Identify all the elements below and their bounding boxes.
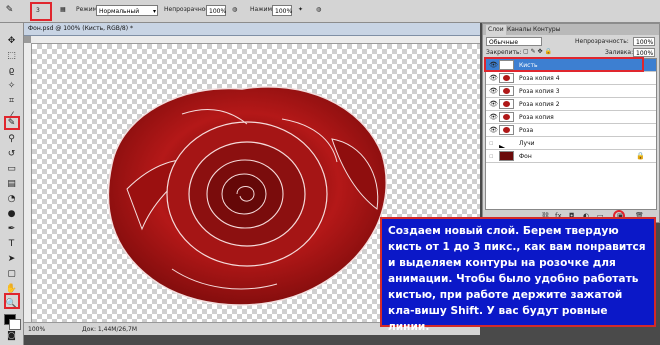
vertical-ruler	[24, 43, 32, 322]
eye-icon[interactable]: 👁	[489, 126, 498, 134]
panel-tabs: Слои Каналы Контуры	[483, 24, 659, 35]
watermark: Posta.ru	[485, 175, 655, 215]
document-tab-title: Фон.psd @ 100% (Кисть, RGB/8) *	[28, 25, 133, 32]
brush-size-highlight	[30, 2, 52, 21]
fill-field[interactable]: 100%	[633, 48, 655, 57]
pressure-field[interactable]: 100%	[272, 5, 292, 16]
quick-mask-icon[interactable]: ◙	[5, 330, 18, 343]
magic-wand-tool-icon[interactable]: ✧	[5, 80, 18, 93]
layer-name: Лучи	[519, 140, 535, 147]
pen-tool-icon[interactable]: ✒	[5, 223, 18, 236]
lock-label: Закрепить:	[486, 49, 522, 56]
move-tool-icon[interactable]: ✥	[5, 35, 18, 48]
layer-thumbnail	[499, 86, 514, 96]
folder-icon: ▸ ▭	[499, 138, 508, 148]
layer-thumbnail	[499, 112, 514, 122]
pressure-label: Нажим:	[250, 6, 275, 13]
document-size: Док: 1,44M/26,7M	[82, 326, 138, 333]
layer-thumbnail	[499, 73, 514, 83]
layer-name: Роза копия 3	[519, 88, 560, 95]
lasso-tool-icon[interactable]: ϱ	[5, 65, 18, 78]
brush-size-value[interactable]: 3	[36, 7, 40, 14]
background-color-swatch[interactable]	[9, 319, 21, 330]
opacity-pressure-icon[interactable]: ◍	[232, 6, 237, 13]
tab-layers[interactable]: Слои	[486, 25, 506, 35]
blend-mode-select[interactable]: Обычные	[486, 37, 542, 46]
layer-opacity-label: Непрозрачность:	[575, 38, 629, 45]
lock-icons[interactable]: ▢ ✎ ✥ 🔒	[523, 48, 552, 55]
history-brush-tool-icon[interactable]: ↺	[5, 148, 18, 161]
toolbox: ✥ ⬚ ϱ ✧ ⌗ ⁄ ✎ ⚲ ↺ ▭ ▤ ◔ ● ✒ T ➤ ▢ ✋ 🔍 ◙	[0, 23, 24, 345]
layer-group-row[interactable]: ▫ ▸ ▭ Лучи	[486, 137, 656, 150]
eye-hidden-icon[interactable]: ▫	[489, 152, 494, 160]
mode-select-value: Нормальный	[99, 8, 140, 15]
mode-select[interactable]: Нормальный ▾	[96, 5, 158, 16]
chevron-down-icon: ▾	[152, 8, 156, 15]
options-bar: ✎ 3 ▦ Режим: Нормальный ▾ Непрозрачность:…	[0, 0, 660, 23]
tab-paths[interactable]: Контуры	[533, 26, 560, 33]
horizontal-ruler	[31, 36, 480, 44]
brush-panel-icon[interactable]: ▦	[60, 6, 66, 13]
layer-name: Роза копия 2	[519, 101, 560, 108]
clone-stamp-tool-icon[interactable]: ⚲	[5, 133, 18, 146]
document-tab[interactable]: Фон.psd @ 100% (Кисть, RGB/8) *	[24, 23, 480, 36]
instruction-text: Создаем новый слой. Берем твердую кисть …	[388, 225, 646, 333]
layer-row[interactable]: 👁 Роза копия 4	[486, 72, 656, 85]
layer-name: Роза копия 4	[519, 75, 560, 82]
crop-tool-icon[interactable]: ⌗	[5, 95, 18, 108]
marquee-tool-icon[interactable]: ⬚	[5, 50, 18, 63]
layer-opacity-field[interactable]: 100%	[633, 37, 655, 46]
dodge-tool-icon[interactable]: ●	[5, 208, 18, 221]
brush-tool-icon[interactable]: ✎	[5, 117, 18, 130]
eye-icon[interactable]: 👁	[489, 100, 498, 108]
eye-icon[interactable]: 👁	[489, 74, 498, 82]
layer-row[interactable]: 👁 Роза копия 3	[486, 85, 656, 98]
opacity-field[interactable]: 100%	[206, 5, 226, 16]
instruction-note: Создаем новый слой. Берем твердую кисть …	[380, 217, 656, 333]
gradient-tool-icon[interactable]: ▤	[5, 178, 18, 191]
color-swatch-highlight	[4, 293, 20, 309]
eye-icon[interactable]: 👁	[489, 113, 498, 121]
layer-row[interactable]: 👁 Роза	[486, 124, 656, 137]
fill-label: Заливка:	[605, 49, 634, 56]
layer-row[interactable]: ▫ Фон 🔒	[486, 150, 656, 163]
selected-layer-highlight	[484, 57, 644, 72]
shape-tool-icon[interactable]: ▢	[5, 268, 18, 281]
eye-icon[interactable]: 👁	[489, 87, 498, 95]
layer-row[interactable]: 👁 Роза копия	[486, 111, 656, 124]
type-tool-icon[interactable]: T	[5, 238, 18, 251]
layer-name: Фон	[519, 153, 532, 160]
tab-channels[interactable]: Каналы	[507, 26, 531, 33]
layer-name: Роза копия	[519, 114, 554, 121]
eye-hidden-icon[interactable]: ▫	[489, 139, 494, 147]
layer-thumbnail	[499, 125, 514, 135]
layer-thumbnail	[499, 151, 514, 161]
path-selection-tool-icon[interactable]: ➤	[5, 253, 18, 266]
lock-icon: 🔒	[636, 152, 645, 160]
airbrush-icon[interactable]: ✦	[298, 6, 303, 13]
layer-name: Роза	[519, 127, 534, 134]
layer-row[interactable]: 👁 Роза копия 2	[486, 98, 656, 111]
brush-tool-icon[interactable]: ✎	[3, 4, 16, 17]
eraser-tool-icon[interactable]: ▭	[5, 163, 18, 176]
blur-tool-icon[interactable]: ◔	[5, 193, 18, 206]
layer-thumbnail	[499, 99, 514, 109]
pressure-size-icon[interactable]: ◍	[316, 6, 321, 13]
zoom-level[interactable]: 100%	[28, 326, 45, 333]
